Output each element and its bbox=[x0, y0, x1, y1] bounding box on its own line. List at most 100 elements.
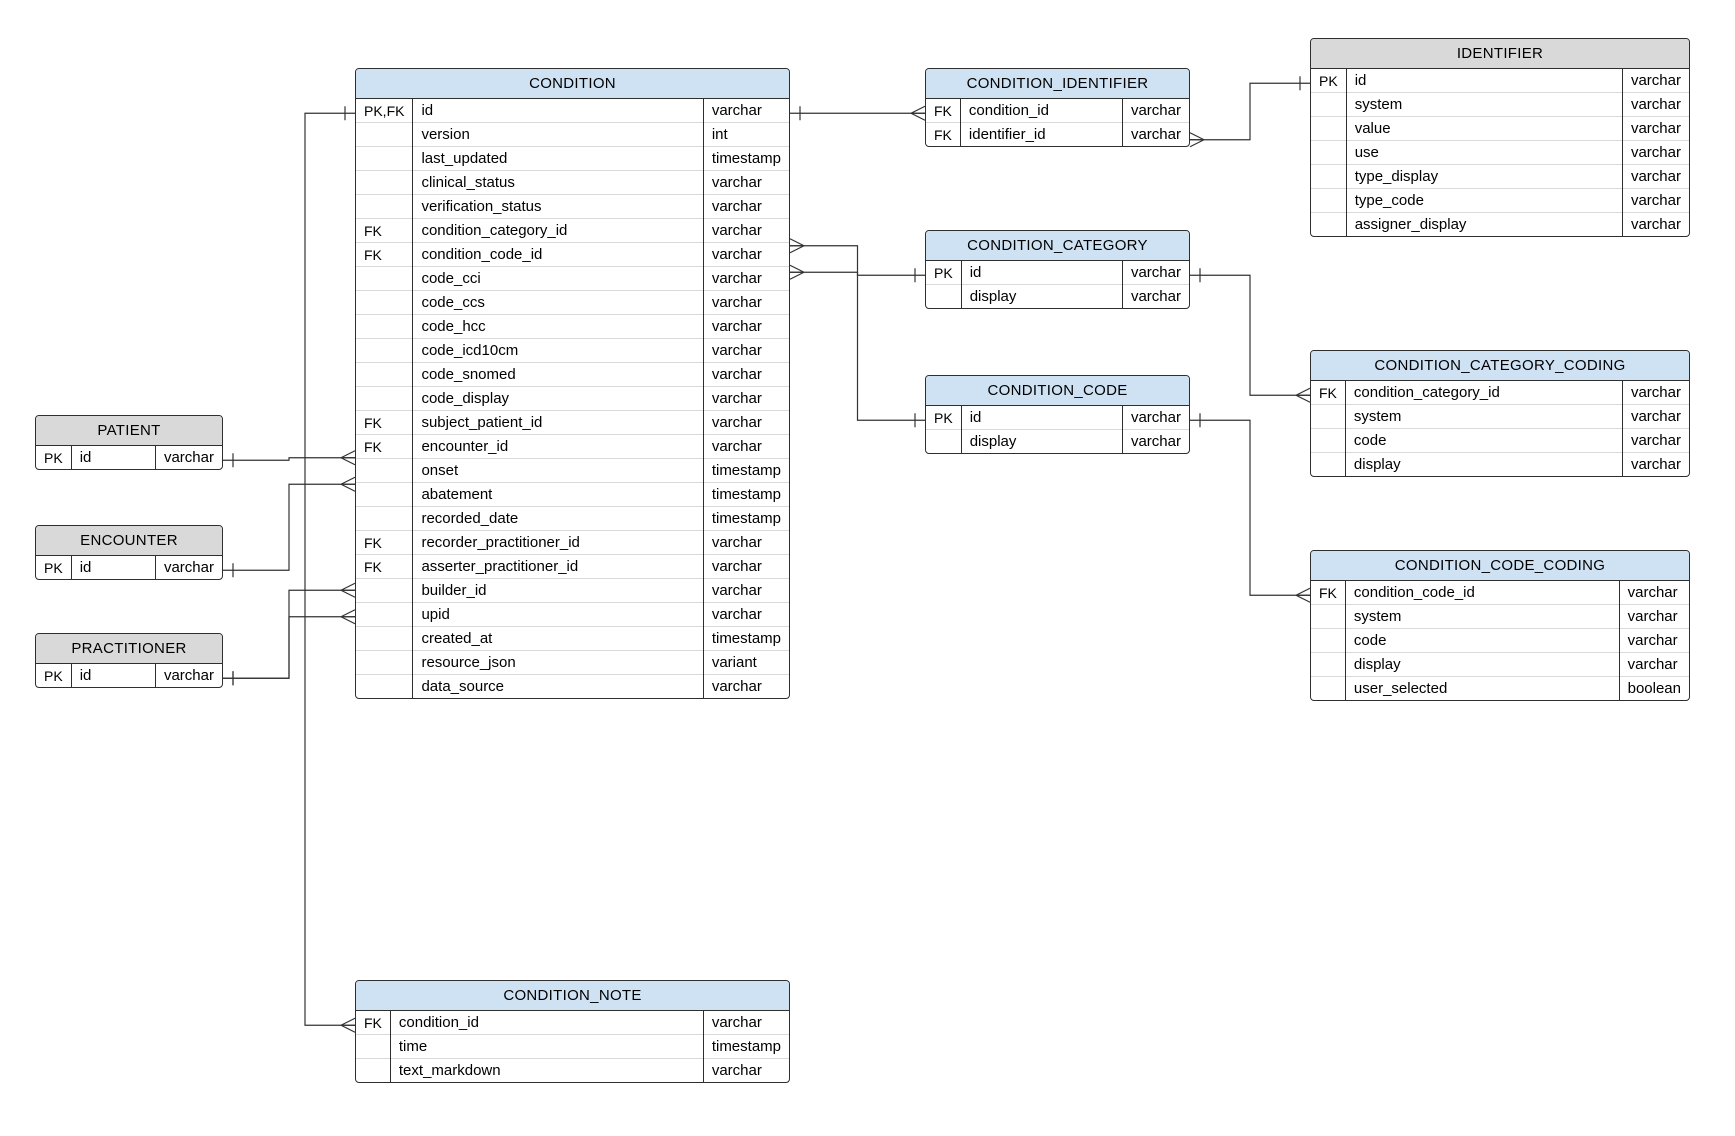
column-name: system bbox=[1345, 405, 1622, 429]
column-type: varchar bbox=[703, 579, 789, 603]
column-key bbox=[356, 339, 413, 363]
column-key: PK bbox=[1311, 69, 1346, 93]
column-name: code_hcc bbox=[413, 315, 703, 339]
column-type: varchar bbox=[703, 291, 789, 315]
column-key bbox=[1311, 453, 1345, 477]
entity-row: code_ccsvarchar bbox=[356, 291, 789, 315]
column-key bbox=[356, 315, 413, 339]
entity-row: PKidvarchar bbox=[36, 556, 222, 579]
entity-encounter[interactable]: ENCOUNTERPKidvarchar bbox=[35, 525, 223, 580]
column-name: display bbox=[1345, 453, 1622, 477]
column-key bbox=[1311, 605, 1345, 629]
column-name: subject_patient_id bbox=[413, 411, 703, 435]
column-name: code_cci bbox=[413, 267, 703, 291]
entity-condition_note[interactable]: CONDITION_NOTEFKcondition_idvarchartimet… bbox=[355, 980, 790, 1083]
column-name: recorded_date bbox=[413, 507, 703, 531]
entity-row: FKsubject_patient_idvarchar bbox=[356, 411, 789, 435]
column-key: FK bbox=[1311, 381, 1345, 405]
column-name: use bbox=[1346, 141, 1622, 165]
column-type: varchar bbox=[703, 387, 789, 411]
entity-row: text_markdownvarchar bbox=[356, 1059, 789, 1083]
column-name: value bbox=[1346, 117, 1622, 141]
column-type: varchar bbox=[155, 556, 222, 579]
column-name: code bbox=[1345, 429, 1622, 453]
column-name: clinical_status bbox=[413, 171, 703, 195]
entity-row: FKencounter_idvarchar bbox=[356, 435, 789, 459]
relationship-line bbox=[790, 246, 925, 276]
relationship-line bbox=[223, 617, 355, 679]
column-name: asserter_practitioner_id bbox=[413, 555, 703, 579]
entity-condition_category[interactable]: CONDITION_CATEGORYPKidvarchardisplayvarc… bbox=[925, 230, 1190, 309]
column-key bbox=[1311, 213, 1346, 237]
column-name: display bbox=[1345, 653, 1619, 677]
column-key bbox=[356, 627, 413, 651]
column-name: condition_code_id bbox=[413, 243, 703, 267]
entity-row: upidvarchar bbox=[356, 603, 789, 627]
column-type: varchar bbox=[703, 315, 789, 339]
column-key bbox=[356, 267, 413, 291]
entity-title: CONDITION_IDENTIFIER bbox=[926, 69, 1189, 99]
column-type: varchar bbox=[703, 267, 789, 291]
column-key bbox=[1311, 429, 1345, 453]
column-key bbox=[356, 171, 413, 195]
column-key: PK bbox=[926, 261, 961, 285]
entity-rows: FKcondition_code_idvarcharsystemvarcharc… bbox=[1311, 581, 1689, 700]
column-key bbox=[356, 387, 413, 411]
column-name: resource_json bbox=[413, 651, 703, 675]
entity-row: code_icd10cmvarchar bbox=[356, 339, 789, 363]
entity-title: CONDITION bbox=[356, 69, 789, 99]
entity-practitioner[interactable]: PRACTITIONERPKidvarchar bbox=[35, 633, 223, 688]
column-key bbox=[926, 430, 961, 454]
entity-condition_category_coding[interactable]: CONDITION_CATEGORY_CODINGFKcondition_cat… bbox=[1310, 350, 1690, 477]
column-type: varchar bbox=[1122, 430, 1189, 454]
entity-row: user_selectedboolean bbox=[1311, 677, 1689, 701]
column-name: type_code bbox=[1346, 189, 1622, 213]
column-type: timestamp bbox=[703, 627, 789, 651]
entity-condition[interactable]: CONDITIONPK,FKidvarcharversionintlast_up… bbox=[355, 68, 790, 699]
column-type: varchar bbox=[703, 1059, 789, 1083]
column-name: encounter_id bbox=[413, 435, 703, 459]
relationship-line bbox=[223, 484, 355, 570]
column-type: varchar bbox=[1622, 93, 1689, 117]
column-name: display bbox=[961, 285, 1122, 309]
column-key bbox=[1311, 93, 1346, 117]
entity-condition_code_coding[interactable]: CONDITION_CODE_CODINGFKcondition_code_id… bbox=[1310, 550, 1690, 701]
column-name: code_icd10cm bbox=[413, 339, 703, 363]
relationship-line bbox=[223, 458, 355, 461]
er-diagram-canvas: PATIENTPKidvarchar ENCOUNTERPKidvarchar PR… bbox=[0, 0, 1735, 1136]
entity-row: systemvarchar bbox=[1311, 405, 1689, 429]
column-type: varchar bbox=[1122, 261, 1189, 285]
entity-row: systemvarchar bbox=[1311, 93, 1689, 117]
column-key: PK bbox=[926, 406, 961, 430]
column-key bbox=[1311, 141, 1346, 165]
column-type: varchar bbox=[1622, 213, 1689, 237]
column-key bbox=[1311, 629, 1345, 653]
entity-row: displayvarchar bbox=[926, 285, 1189, 309]
entity-condition_identifier[interactable]: CONDITION_IDENTIFIERFKcondition_idvarcha… bbox=[925, 68, 1190, 147]
relationship-line bbox=[1190, 83, 1310, 140]
column-type: timestamp bbox=[703, 459, 789, 483]
column-type: varchar bbox=[703, 675, 789, 699]
column-type: timestamp bbox=[703, 1035, 789, 1059]
column-key bbox=[1311, 405, 1345, 429]
entity-row: FKasserter_practitioner_idvarchar bbox=[356, 555, 789, 579]
entity-row: resource_jsonvariant bbox=[356, 651, 789, 675]
entity-title: PRACTITIONER bbox=[36, 634, 222, 664]
column-name: system bbox=[1345, 605, 1619, 629]
column-type: varchar bbox=[155, 664, 222, 687]
entity-row: PKidvarchar bbox=[36, 446, 222, 469]
entity-condition_code[interactable]: CONDITION_CODEPKidvarchardisplayvarchar bbox=[925, 375, 1190, 454]
relationship-line bbox=[790, 272, 925, 420]
column-name: version bbox=[413, 123, 703, 147]
entity-identifier[interactable]: IDENTIFIERPKidvarcharsystemvarcharvaluev… bbox=[1310, 38, 1690, 237]
entity-row: FKcondition_category_idvarchar bbox=[356, 219, 789, 243]
entity-row: timetimestamp bbox=[356, 1035, 789, 1059]
column-type: varchar bbox=[1122, 285, 1189, 309]
entity-row: code_snomedvarchar bbox=[356, 363, 789, 387]
entity-patient[interactable]: PATIENTPKidvarchar bbox=[35, 415, 223, 470]
entity-row: PKidvarchar bbox=[1311, 69, 1689, 93]
column-type: int bbox=[703, 123, 789, 147]
column-key bbox=[356, 603, 413, 627]
column-key bbox=[356, 195, 413, 219]
column-key bbox=[1311, 677, 1345, 701]
